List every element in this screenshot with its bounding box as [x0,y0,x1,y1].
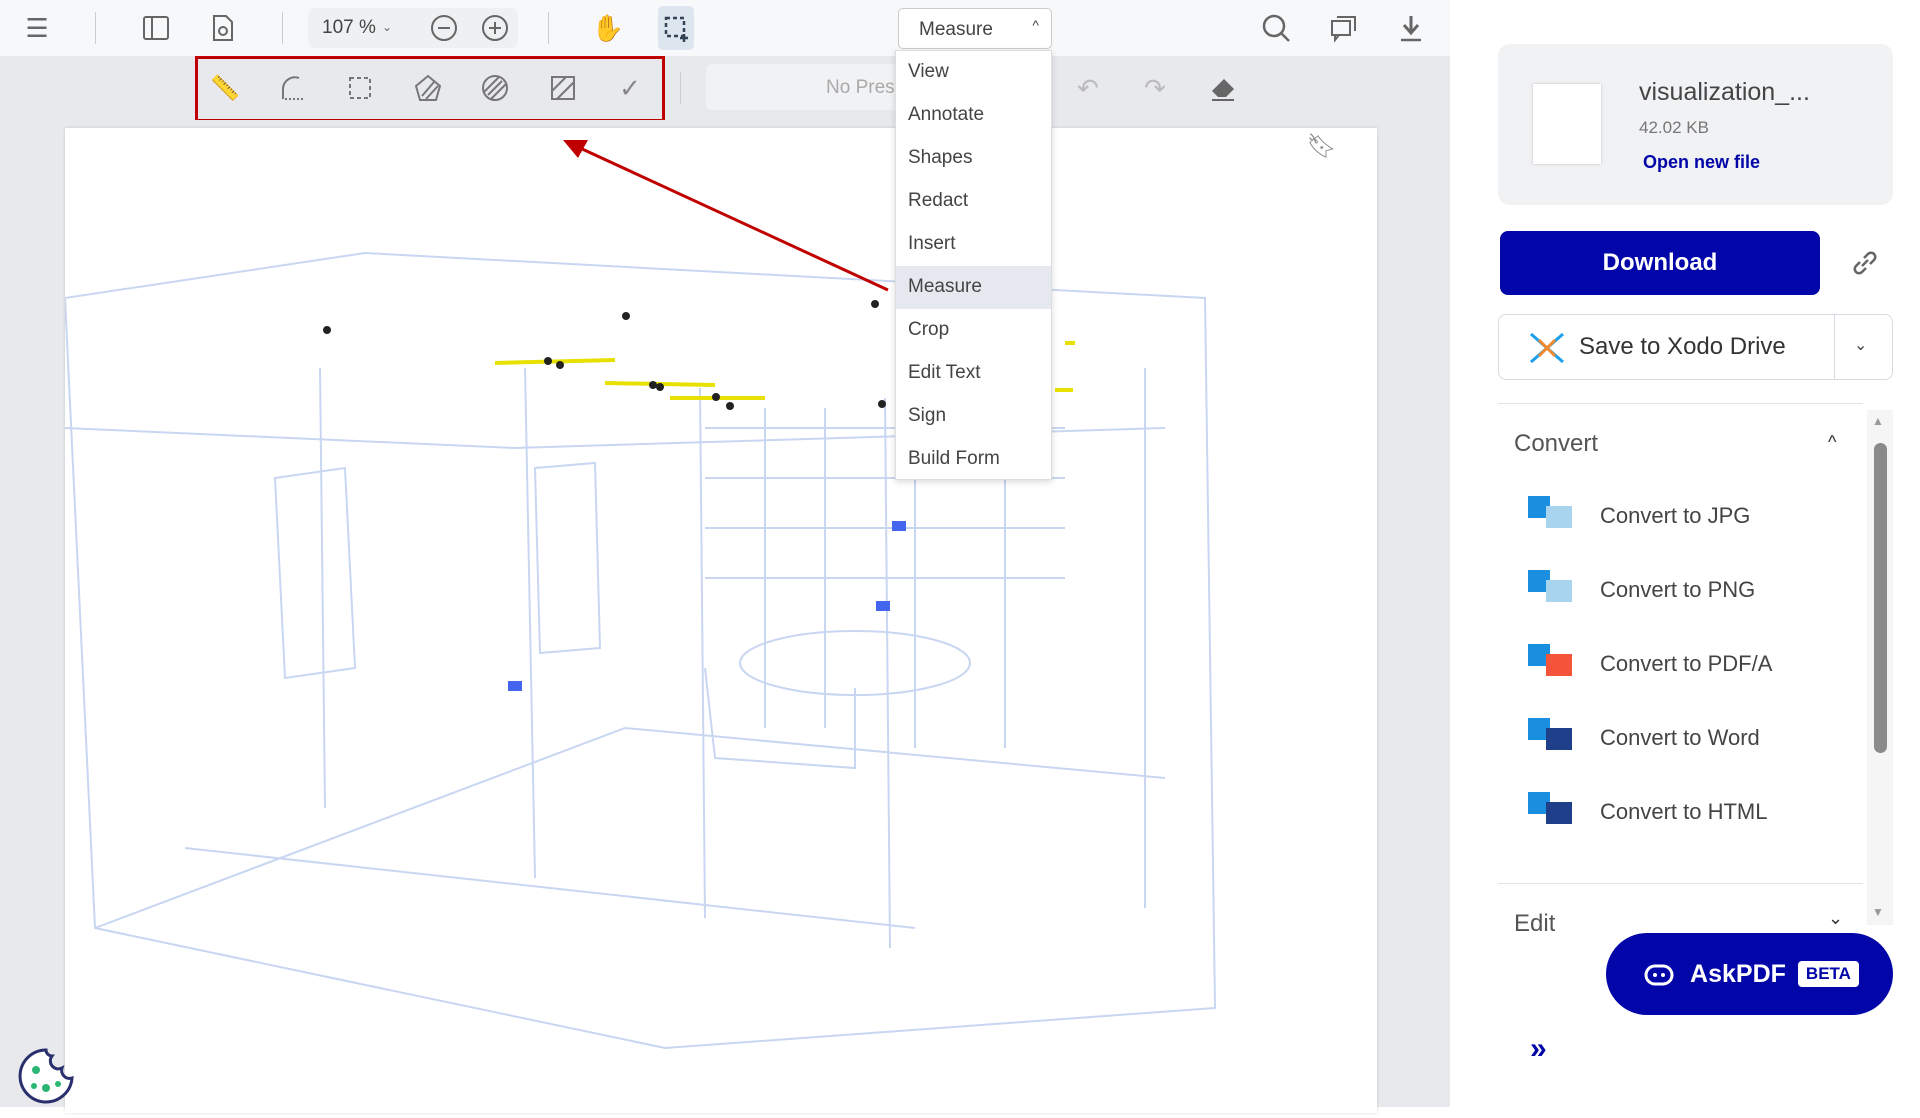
scroll-down-icon[interactable]: ▼ [1872,905,1884,919]
edit-section-title[interactable]: Edit [1514,910,1555,934]
convert-to-html[interactable]: Convert to HTML [1526,782,1856,842]
beta-badge: BETA [1797,961,1859,987]
mode-menu: View Annotate Shapes Redact Insert Measu… [895,50,1052,480]
pdf-to-word-icon [1528,718,1572,750]
menu-item-crop[interactable]: Crop [896,309,1051,352]
download-button[interactable]: Download [1500,231,1820,295]
pdf-to-html-icon [1528,792,1572,824]
link-icon[interactable] [1847,245,1883,281]
convert-label: Convert to Word [1600,725,1760,750]
robot-icon [1644,964,1674,986]
convert-to-word[interactable]: Convert to Word [1526,708,1856,768]
xodo-logo-icon [1530,332,1564,364]
save-to-drive-button[interactable]: Save to Xodo Drive ⌄ [1498,314,1893,380]
menu-item-measure[interactable]: Measure [896,266,1051,309]
scrollbar-thumb[interactable] [1874,443,1887,753]
chevron-up-icon[interactable]: ^ [1828,432,1836,453]
scrollbar[interactable]: ▲ ▼ [1867,410,1893,925]
convert-to-pdfa[interactable]: Convert to PDF/A [1526,634,1856,694]
file-thumbnail [1533,84,1601,164]
convert-label: Convert to PDF/A [1600,651,1773,676]
convert-section-title[interactable]: Convert [1514,430,1598,458]
cookie-settings-icon[interactable] [14,1044,78,1108]
open-new-file-link[interactable]: Open new file [1643,152,1760,173]
menu-item-shapes[interactable]: Shapes [896,137,1051,180]
save-to-drive-label: Save to Xodo Drive [1579,333,1786,360]
menu-item-sign[interactable]: Sign [896,395,1051,438]
chevron-down-icon[interactable]: ⌄ [1828,908,1843,929]
menu-item-build-form[interactable]: Build Form [896,438,1051,481]
menu-item-edit-text[interactable]: Edit Text [896,352,1051,395]
file-size: 42.02 KB [1639,118,1709,137]
convert-to-jpg[interactable]: Convert to JPG [1526,486,1856,546]
chevron-down-icon[interactable]: ⌄ [1854,335,1867,355]
collapse-sidebar-icon[interactable]: » [1530,1032,1547,1066]
file-name: visualization_... [1639,78,1810,106]
annotation-arrow [563,140,889,292]
askpdf-button[interactable]: AskPDF BETA [1606,933,1893,1015]
menu-item-insert[interactable]: Insert [896,223,1051,266]
convert-label: Convert to PNG [1600,577,1756,602]
scroll-up-icon[interactable]: ▲ [1872,414,1884,428]
askpdf-label: AskPDF [1690,959,1786,988]
menu-item-view[interactable]: View [896,51,1051,94]
pdf-to-jpg-icon [1528,496,1572,528]
convert-to-png[interactable]: Convert to PNG [1526,560,1856,620]
pdf-to-pdfa-icon [1528,644,1572,676]
convert-label: Convert to HTML [1600,799,1768,824]
menu-item-annotate[interactable]: Annotate [896,94,1051,137]
pdf-to-png-icon [1528,570,1572,602]
menu-item-redact[interactable]: Redact [896,180,1051,223]
convert-label: Convert to JPG [1600,503,1751,528]
